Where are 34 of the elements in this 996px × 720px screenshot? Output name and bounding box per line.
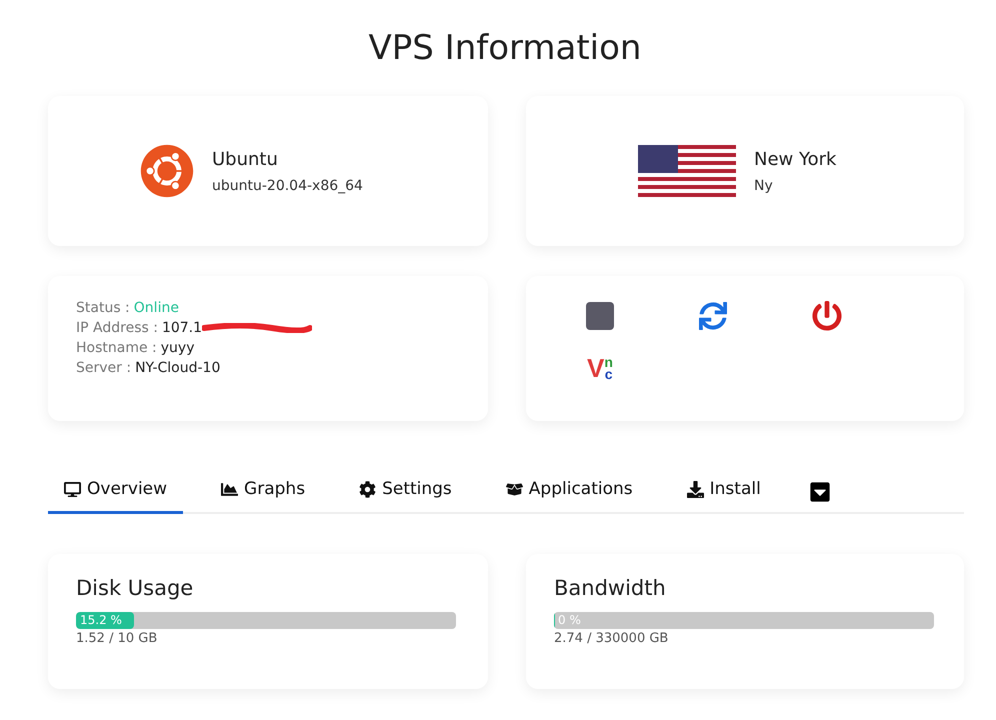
us-flag-icon — [638, 145, 736, 197]
detail-label: IP Address : — [76, 320, 158, 336]
location-city: New York — [754, 148, 836, 170]
stop-button[interactable] — [584, 300, 616, 332]
tab[interactable]: Graphs — [205, 471, 322, 514]
usage-percent: 15.2 % — [80, 612, 122, 629]
monitor-icon — [64, 480, 81, 498]
download-icon — [686, 480, 704, 498]
area-chart-icon — [221, 480, 238, 498]
detail-value: yuyy — [160, 340, 194, 356]
detail-label: Hostname : — [76, 340, 157, 356]
detail-value: Online — [134, 300, 179, 316]
tab[interactable]: Applications — [490, 471, 649, 514]
box-icon — [506, 480, 523, 498]
dropdown-button[interactable] — [808, 480, 831, 502]
tab[interactable]: Overview — [48, 471, 184, 514]
usage-title: Bandwidth — [554, 576, 667, 600]
usage-title: Disk Usage — [76, 576, 194, 600]
page-title: VPS Information — [368, 28, 642, 68]
restart-button[interactable] — [697, 300, 730, 332]
detail-label: Status : — [76, 300, 130, 316]
location-region: Ny — [754, 178, 774, 194]
detail-label: Server : — [76, 360, 132, 376]
ubuntu-logo-icon — [140, 144, 194, 198]
detail-value: NY-Cloud-10 — [135, 360, 220, 376]
os-name: Ubuntu — [212, 148, 279, 170]
power-button[interactable] — [810, 300, 843, 332]
usage-amount: 2.74 / 330000 GB — [554, 631, 670, 646]
tab[interactable]: Settings — [343, 471, 468, 514]
tab[interactable]: Install — [670, 471, 777, 514]
settings-icon — [359, 480, 376, 498]
usage-amount: 1.52 / 10 GB — [76, 631, 158, 646]
os-version: ubuntu-20.04-x86_64 — [212, 178, 363, 194]
detail-value: 107.1 — [162, 320, 202, 336]
